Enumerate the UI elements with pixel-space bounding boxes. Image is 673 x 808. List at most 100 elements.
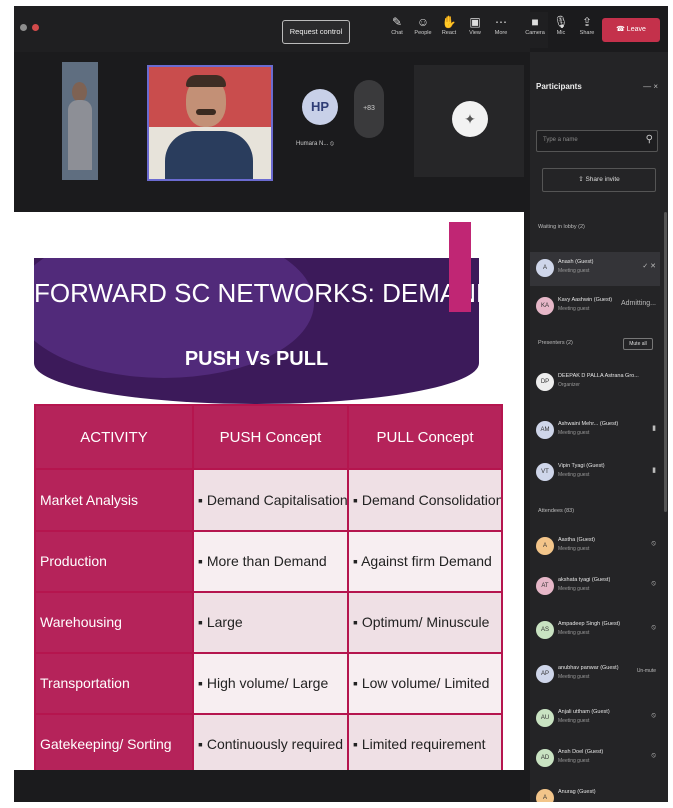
table-row: Market Analysis ▪ Demand Capitalisation … — [34, 468, 503, 532]
mic-icon: ▮ — [652, 467, 656, 474]
people-icon: ☺ — [416, 15, 430, 29]
list-item[interactable]: AD Ansh Doel (Guest) Meeting guest ⦸ — [530, 742, 660, 776]
list-item[interactable]: DP DEEPAK D PALLA Astrana Gro... Organiz… — [530, 366, 660, 400]
camera-icon: ■ — [531, 15, 539, 29]
share-invite-button[interactable]: ⇪ Share invite — [542, 168, 656, 192]
avatar: AD — [536, 749, 554, 767]
more-button[interactable]: ⋯ More — [488, 12, 514, 48]
react-icon: ✋ — [441, 15, 457, 29]
section-attendees[interactable]: Attendees (83) — [538, 508, 574, 514]
activity-cell: Market Analysis — [34, 468, 194, 532]
activity-cell: Production — [34, 529, 194, 593]
list-item[interactable]: A Aastha (Guest) Meeting guest ⦸ — [530, 530, 660, 564]
avatar: AT — [536, 577, 554, 595]
list-item[interactable]: AM Ashwaini Mehr... (Guest) Meeting gues… — [530, 414, 660, 448]
push-cell: ▪ Continuously required — [192, 712, 349, 777]
more-participants-button[interactable]: +83 — [354, 80, 384, 138]
mic-icon: 🎙 — [553, 15, 569, 29]
people-button[interactable]: ☺ People — [410, 12, 436, 48]
participant-video-tile[interactable] — [62, 62, 98, 180]
minimize-icon: — — [643, 82, 652, 91]
push-cell: ▪ More than Demand — [192, 529, 349, 593]
push-cell: ▪ Demand Capitalisation — [192, 468, 349, 532]
mute-all-button[interactable]: Mute all — [623, 338, 653, 350]
active-speaker-video[interactable] — [147, 65, 273, 181]
column-header: PUSH Concept — [192, 403, 349, 471]
more-icon: ⋯ — [495, 15, 507, 29]
activity-cell: Warehousing — [34, 590, 194, 654]
camera-button[interactable]: ■ Camera — [522, 12, 548, 48]
pull-cell: ▪ Against firm Demand — [347, 529, 503, 593]
avatar: AP — [536, 665, 554, 683]
participant-search-input[interactable]: Type a name ⚲ — [536, 130, 658, 152]
speaker-shirt — [165, 131, 253, 179]
table-row: Production ▪ More than Demand ▪ Against … — [34, 529, 503, 593]
avatar: DP — [536, 373, 554, 391]
column-header: ACTIVITY — [34, 403, 194, 471]
avatar: VT — [536, 463, 554, 481]
list-item[interactable]: A Anash (Guest) Meeting guest ✓ ✕ — [530, 252, 660, 286]
mic-icon: ▮ — [652, 425, 656, 432]
participants-panel: Participants — × Type a name ⚲ ⇪ Share i… — [530, 52, 668, 802]
activity-cell: Gatekeeping/ Sorting — [34, 712, 194, 777]
chat-icon: ✎ — [391, 15, 403, 29]
speaker-hair — [186, 75, 226, 87]
activity-cell: Transportation — [34, 651, 194, 715]
react-button[interactable]: ✋ React — [436, 12, 462, 48]
view-button[interactable]: ▣ View — [462, 12, 488, 48]
mic-off-icon: ⦸ — [651, 712, 656, 719]
avatar: AM — [536, 421, 554, 439]
avatar: A — [536, 259, 554, 277]
participant-avatar[interactable]: HP — [302, 89, 338, 125]
avatar: A — [536, 537, 554, 555]
list-item[interactable]: AT akshata tyagi (Guest) Meeting guest ⦸ — [530, 570, 660, 604]
section-lobby[interactable]: Waiting in lobby (2) — [538, 224, 585, 230]
column-header: PULL Concept — [347, 403, 503, 471]
pull-cell: ▪ Limited requirement — [347, 712, 503, 777]
window-dot-icon[interactable] — [20, 24, 27, 31]
shared-slide: FORWARD SC NETWORKS: DEMAND BASED PUSH V… — [14, 212, 524, 777]
avatar: KA — [536, 297, 554, 315]
comparison-table: ACTIVITY PUSH Concept PULL Concept Marke… — [34, 403, 503, 777]
panel-controls[interactable]: — × — [643, 82, 658, 91]
list-item[interactable]: KA Kavy Aashwin (Guest) Meeting guest Ad… — [530, 290, 660, 324]
mic-off-icon: ⦸ — [330, 141, 334, 147]
push-cell: ▪ High volume/ Large — [192, 651, 349, 715]
person-body — [68, 100, 92, 170]
list-item[interactable]: AP anubhav panwar (Guest) Meeting guest … — [530, 658, 660, 692]
phone-icon: ☎ — [616, 26, 627, 33]
chat-button[interactable]: ✎ Chat — [384, 12, 410, 48]
mic-off-icon: ⦸ — [651, 540, 656, 547]
close-icon: × — [653, 82, 658, 91]
push-cell: ▪ Large — [192, 590, 349, 654]
list-item[interactable]: A Anurag (Guest) — [530, 782, 660, 802]
search-icon: ⚲ — [645, 134, 653, 145]
meeting-toolbar: Request control ✎ Chat ☺ People ✋ React … — [14, 6, 530, 52]
section-presenters[interactable]: Presenters (2) — [538, 340, 573, 346]
list-item[interactable]: AU Anjali uttham (Guest) Meeting guest ⦸ — [530, 702, 660, 736]
list-item[interactable]: VT Vipin Tyagi (Guest) Meeting guest ▮ — [530, 456, 660, 490]
list-item[interactable]: AS Ampadeep Singh (Guest) Meeting guest … — [530, 614, 660, 648]
participant-video-tile-logo[interactable]: ✦ — [414, 65, 524, 177]
table-row: Warehousing ▪ Large ▪ Optimum/ Minuscule — [34, 590, 503, 654]
mic-off-icon: ⦸ — [651, 580, 656, 587]
leave-button[interactable]: ☎ Leave — [602, 18, 660, 42]
slide-accent-bar — [449, 222, 471, 312]
speaker-moustache — [196, 109, 216, 115]
table-row: Gatekeeping/ Sorting ▪ Continuously requ… — [34, 712, 503, 777]
admit-icon[interactable]: ✓ ✕ — [642, 262, 656, 270]
share-button[interactable]: ⇪ Share — [574, 12, 600, 48]
share-icon: ⇪ — [581, 15, 593, 29]
pull-cell: ▪ Optimum/ Minuscule — [347, 590, 503, 654]
request-control-button[interactable]: Request control — [282, 20, 350, 44]
mic-button[interactable]: 🎙 Mic — [548, 12, 574, 48]
avatar: A — [536, 789, 554, 802]
table-header-row: ACTIVITY PUSH Concept PULL Concept — [34, 403, 503, 471]
stage-footer — [14, 770, 530, 802]
person-head — [72, 82, 87, 102]
pull-cell: ▪ Demand Consolidation — [347, 468, 503, 532]
participant-name: Humara N... ⦸ — [296, 141, 334, 147]
panel-title: Participants — [536, 82, 582, 91]
avatar: AS — [536, 621, 554, 639]
panel-scrollbar[interactable] — [664, 212, 667, 512]
